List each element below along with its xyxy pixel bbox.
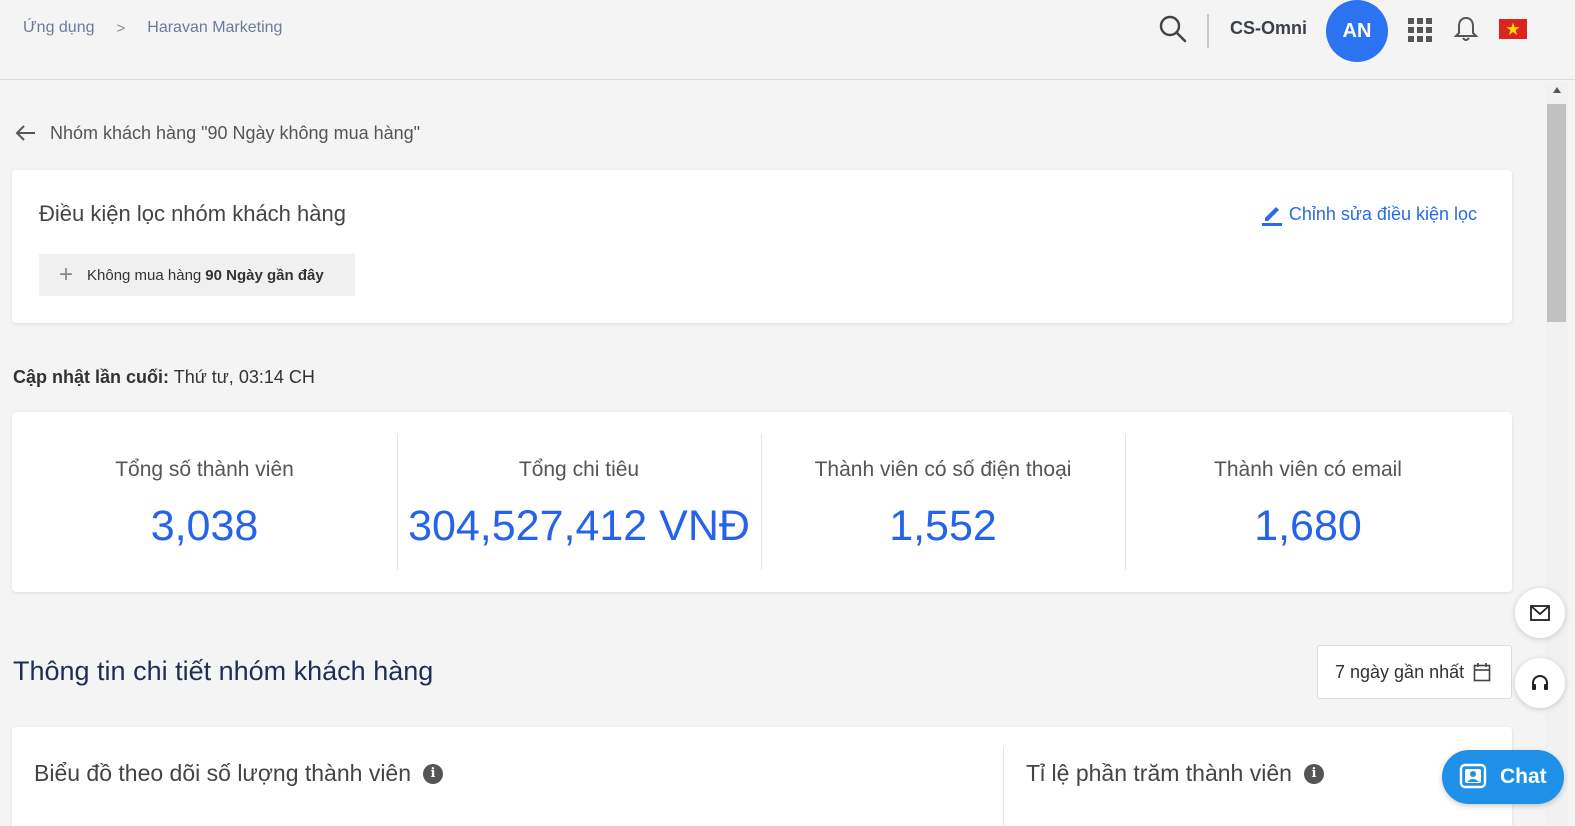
member-count-chart-title: Biểu đồ theo dõi số lượng thành viên i bbox=[34, 760, 444, 787]
chart-title-text: Tỉ lệ phần trăm thành viên bbox=[1026, 760, 1292, 786]
filter-chip-value: 90 Ngày gần đây bbox=[205, 266, 324, 284]
header-divider bbox=[1207, 14, 1209, 48]
date-range-picker[interactable]: 7 ngày gần nhất bbox=[1317, 645, 1512, 699]
avatar[interactable]: AN bbox=[1326, 0, 1388, 62]
plus-icon: + bbox=[59, 261, 74, 288]
store-name[interactable]: CS-Omni bbox=[1230, 18, 1307, 39]
stat-value: 304,527,412 VNĐ bbox=[408, 502, 750, 550]
stat-value: 1,552 bbox=[889, 502, 997, 550]
back-arrow-icon[interactable] bbox=[14, 121, 38, 145]
stat-total-members: Tổng số thành viên 3,038 bbox=[12, 434, 397, 570]
support-float-button[interactable] bbox=[1515, 658, 1565, 708]
chat-label: Chat bbox=[1500, 765, 1547, 788]
filter-title: Điều kiện lọc nhóm khách hàng bbox=[39, 201, 346, 226]
stat-label: Tổng số thành viên bbox=[115, 458, 294, 481]
email-float-button[interactable] bbox=[1515, 588, 1565, 638]
chat-button[interactable]: Chat bbox=[1442, 750, 1564, 804]
stats-card: Tổng số thành viên 3,038 Tổng chi tiêu 3… bbox=[12, 412, 1512, 592]
charts-card: Biểu đồ theo dõi số lượng thành viên i T… bbox=[12, 727, 1512, 826]
headset-icon bbox=[1532, 675, 1548, 690]
edit-filter-label: Chỉnh sửa điều kiện lọc bbox=[1288, 203, 1477, 224]
chat-icon bbox=[1459, 763, 1487, 789]
stat-value: 3,038 bbox=[150, 502, 259, 550]
stat-members-with-email: Thành viên có email 1,680 bbox=[1125, 434, 1491, 570]
last-updated-value: Thứ tư, 03:14 CH bbox=[173, 367, 315, 387]
pencil-icon bbox=[1261, 207, 1282, 226]
info-icon[interactable]: i bbox=[1303, 763, 1324, 784]
stat-label: Tổng chi tiêu bbox=[518, 458, 640, 481]
envelope-icon bbox=[1530, 605, 1550, 621]
edit-filter-link[interactable]: Chỉnh sửa điều kiện lọc bbox=[1261, 202, 1477, 226]
apps-grid-icon[interactable] bbox=[1407, 17, 1433, 43]
breadcrumb-apps[interactable]: Ứng dụng bbox=[23, 19, 95, 37]
page-header: Nhóm khách hàng "90 Ngày không mua hàng" bbox=[14, 121, 420, 145]
filter-condition-chip[interactable]: + Không mua hàng 90 Ngày gần đây bbox=[39, 254, 355, 296]
search-icon[interactable] bbox=[1158, 14, 1188, 44]
stat-value: 1,680 bbox=[1254, 502, 1362, 550]
stat-total-spending: Tổng chi tiêu 304,527,412 VNĐ bbox=[397, 434, 761, 570]
chart-title-text: Biểu đồ theo dõi số lượng thành viên bbox=[34, 760, 412, 786]
last-updated: Cập nhật lần cuối: Thứ tư, 03:14 CH bbox=[13, 367, 315, 388]
breadcrumb: Ứng dụng > Haravan Marketing bbox=[23, 19, 282, 37]
last-updated-label: Cập nhật lần cuối: bbox=[13, 367, 170, 387]
calendar-icon bbox=[1473, 663, 1491, 682]
top-bar: Ứng dụng > Haravan Marketing CS-Omni AN bbox=[0, 0, 1575, 80]
scroll-up-arrow-icon[interactable] bbox=[1545, 86, 1568, 100]
member-percentage-chart-title: Tỉ lệ phần trăm thành viên i bbox=[1026, 760, 1324, 787]
details-section-title: Thông tin chi tiết nhóm khách hàng bbox=[13, 656, 434, 686]
date-range-value: 7 ngày gần nhất bbox=[1335, 661, 1465, 682]
stat-label: Thành viên có email bbox=[1214, 458, 1402, 481]
info-icon[interactable]: i bbox=[423, 763, 444, 784]
scroll-thumb[interactable] bbox=[1547, 104, 1566, 322]
page-title: Nhóm khách hàng "90 Ngày không mua hàng" bbox=[50, 122, 421, 143]
stat-members-with-phone: Thành viên có số điện thoại 1,552 bbox=[761, 434, 1125, 570]
chart-divider bbox=[1003, 747, 1004, 826]
breadcrumb-haravan-marketing[interactable]: Haravan Marketing bbox=[147, 19, 282, 37]
stat-label: Thành viên có số điện thoại bbox=[814, 458, 1072, 481]
filter-card: Điều kiện lọc nhóm khách hàng Chỉnh sửa … bbox=[12, 170, 1512, 323]
page-scrollbar[interactable] bbox=[1545, 82, 1568, 826]
bell-icon[interactable] bbox=[1453, 15, 1479, 43]
filter-chip-prefix: Không mua hàng bbox=[87, 266, 202, 284]
breadcrumb-separator: > bbox=[116, 19, 126, 37]
vietnam-flag-icon[interactable] bbox=[1499, 19, 1527, 39]
